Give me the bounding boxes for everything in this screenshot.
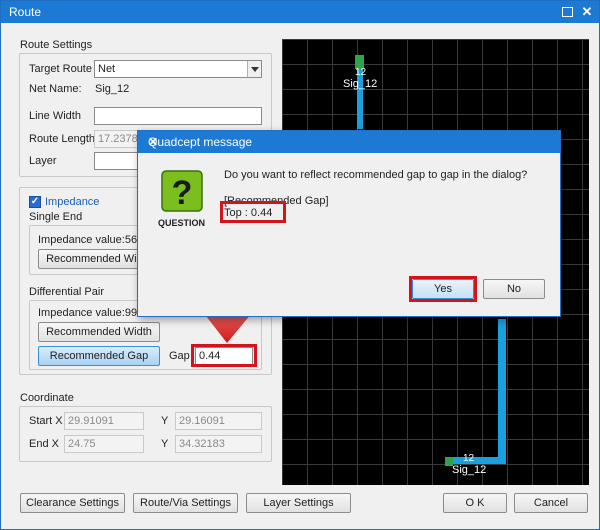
impedance-checkbox[interactable]: ✓: [29, 196, 41, 208]
dialog-title-bar: Quadcept message ✕: [138, 131, 560, 153]
layer-settings-button[interactable]: Layer Settings: [246, 493, 351, 513]
maximize-icon[interactable]: [562, 7, 573, 17]
net-name-label: Net Name:: [29, 83, 82, 95]
recommended-gap-button[interactable]: Recommended Gap: [38, 346, 160, 366]
impedance-label: Impedance: [45, 196, 100, 208]
top-gap-highlight-box: [220, 201, 286, 223]
ok-button[interactable]: O K: [443, 493, 507, 513]
cancel-button[interactable]: Cancel: [514, 493, 588, 513]
window-title: Route: [9, 5, 42, 19]
single-impedance-value: Impedance value:56Ω: [38, 234, 146, 246]
route-length-label: Route Length: [29, 133, 96, 145]
top-net-name: Sig_12: [343, 78, 378, 90]
differential-pair-label: Differential Pair: [29, 286, 104, 298]
trace-bottom: [448, 457, 506, 464]
route-via-settings-button[interactable]: Route/Via Settings: [133, 493, 238, 513]
end-x-input: 24.75: [64, 435, 144, 453]
trace-right: [498, 319, 506, 463]
end-x-label: End X: [29, 438, 59, 450]
start-y-label: Y: [161, 415, 169, 427]
layer-label: Layer: [29, 155, 57, 167]
route-window: Route ✕ Route Settings Target Route Net …: [0, 0, 600, 530]
net-name-value: Sig_12: [95, 83, 130, 95]
bottom-net-number: 12: [463, 453, 475, 464]
start-x-input: 29.91091: [64, 412, 144, 430]
route-settings-heading: Route Settings: [20, 39, 93, 51]
gap-label: Gap: [169, 350, 190, 362]
line-width-input[interactable]: [94, 107, 262, 125]
gap-highlight-box: [191, 344, 257, 367]
dialog-question-text: Do you want to reflect recommended gap t…: [224, 169, 528, 181]
dialog-close-icon[interactable]: ✕: [148, 135, 158, 149]
line-width-label: Line Width: [29, 110, 81, 122]
close-icon[interactable]: ✕: [579, 4, 595, 19]
diff-impedance-value: Impedance value:99Ω: [38, 307, 146, 319]
svg-text:?: ?: [172, 174, 193, 212]
start-y-input: 29.16091: [175, 412, 262, 430]
chevron-down-icon[interactable]: [247, 61, 261, 77]
title-bar: Route ✕: [1, 1, 599, 23]
end-y-input: 34.32183: [175, 435, 262, 453]
diff-recommended-width-button[interactable]: Recommended Width: [38, 322, 160, 342]
end-y-label: Y: [161, 438, 169, 450]
clearance-settings-button[interactable]: Clearance Settings: [20, 493, 125, 513]
bottom-net-name: Sig_12: [452, 464, 487, 476]
top-net-number: 12: [355, 67, 367, 78]
target-route-select[interactable]: Net: [94, 60, 262, 78]
target-route-label: Target Route: [29, 63, 92, 75]
target-route-value: Net: [98, 63, 116, 75]
single-end-label: Single End: [29, 211, 83, 223]
question-caption: QUESTION: [158, 218, 206, 228]
yes-highlight-box: [409, 276, 477, 302]
dialog-title: Quadcept message: [148, 135, 253, 149]
start-x-label: Start X: [29, 415, 63, 427]
message-dialog: Quadcept message ✕ ? QUESTION Do you wan…: [137, 130, 561, 317]
no-button[interactable]: No: [483, 279, 545, 299]
coordinate-heading: Coordinate: [20, 392, 74, 404]
